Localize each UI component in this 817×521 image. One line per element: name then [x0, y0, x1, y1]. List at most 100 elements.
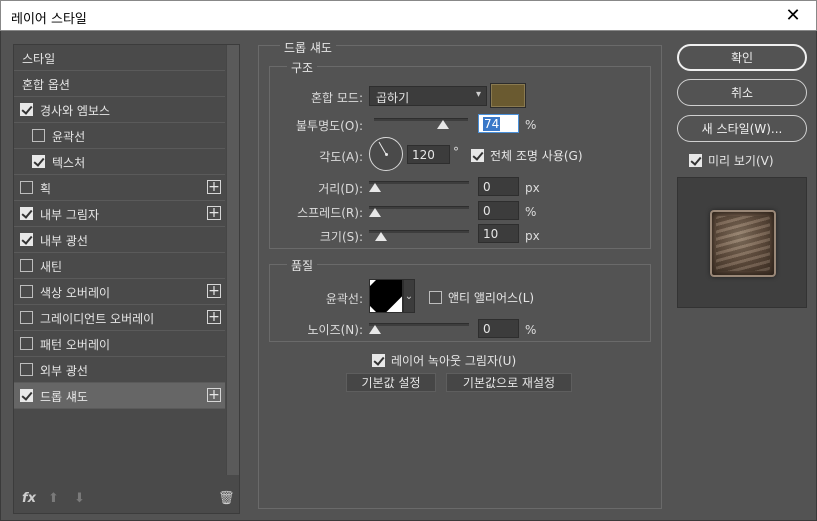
- style-item[interactable]: 패턴 오버레이: [14, 331, 225, 357]
- angle-input[interactable]: 120: [407, 145, 450, 164]
- spread-unit: %: [525, 205, 537, 219]
- reset-default-button[interactable]: 기본값으로 재설정: [446, 373, 572, 392]
- style-checkbox[interactable]: [32, 129, 45, 142]
- close-button[interactable]: ✕: [770, 1, 816, 30]
- spread-input[interactable]: 0: [478, 201, 519, 220]
- distance-label: 거리(D):: [318, 182, 363, 196]
- scrollbar[interactable]: [226, 45, 239, 475]
- style-preview: [677, 177, 807, 308]
- opacity-input[interactable]: 74: [478, 114, 519, 133]
- preview-checkbox[interactable]: 미리 보기(V): [689, 152, 774, 169]
- global-light-label: 전체 조명 사용(G): [490, 149, 583, 163]
- blend-mode-value: 곱하기: [376, 91, 410, 105]
- slider-track: [369, 181, 469, 184]
- style-item-label: 내부 그림자: [40, 208, 100, 222]
- contour-picker[interactable]: [369, 279, 403, 313]
- distance-input[interactable]: 0: [478, 177, 519, 196]
- structure-title: 구조: [287, 59, 318, 76]
- slider-track: [374, 118, 468, 121]
- knockout-checkbox[interactable]: 레이어 녹아웃 그림자(U): [372, 352, 516, 369]
- style-item[interactable]: 윤곽선: [14, 123, 225, 149]
- style-checkbox[interactable]: [20, 103, 33, 116]
- style-item-label: 내부 광선: [40, 234, 88, 248]
- style-item[interactable]: 내부 그림자 +: [14, 201, 225, 227]
- noise-label: 노이즈(N):: [307, 323, 363, 337]
- style-item[interactable]: 경사와 엠보스: [14, 97, 225, 123]
- move-down-icon[interactable]: ⬇: [74, 491, 85, 506]
- distance-unit: px: [525, 181, 540, 195]
- style-checkbox[interactable]: [20, 207, 33, 220]
- add-icon[interactable]: +: [207, 180, 221, 194]
- noise-slider[interactable]: [369, 318, 469, 338]
- distance-value: 0: [483, 180, 491, 194]
- style-item-label: 스타일: [22, 52, 56, 66]
- style-checkbox[interactable]: [20, 285, 33, 298]
- distance-slider[interactable]: [369, 176, 469, 196]
- slider-thumb[interactable]: [369, 183, 381, 192]
- style-checkbox[interactable]: [20, 389, 33, 402]
- quality-title: 품질: [287, 257, 318, 274]
- opacity-label: 불투명도(O):: [295, 119, 363, 133]
- chevron-down-icon: ▾: [475, 89, 481, 100]
- size-label: 크기(S):: [319, 230, 363, 244]
- style-item[interactable]: 스타일: [14, 45, 225, 71]
- global-light-checkbox[interactable]: 전체 조명 사용(G): [471, 147, 583, 164]
- make-default-button[interactable]: 기본값 설정: [346, 373, 436, 392]
- style-item[interactable]: 외부 광선: [14, 357, 225, 383]
- style-checkbox[interactable]: [20, 311, 33, 324]
- style-item[interactable]: 획 +: [14, 175, 225, 201]
- opacity-slider[interactable]: [374, 113, 468, 133]
- style-item[interactable]: 새틴: [14, 253, 225, 279]
- trash-icon[interactable]: 🗑: [218, 491, 235, 506]
- style-checkbox[interactable]: [20, 181, 33, 194]
- ok-button[interactable]: 확인: [677, 44, 807, 71]
- shadow-color-swatch[interactable]: [490, 83, 526, 108]
- angle-unit: °: [453, 145, 459, 159]
- title-bar: 레이어 스타일 ✕: [0, 0, 817, 31]
- chevron-down-icon[interactable]: ⌄: [403, 279, 415, 313]
- blend-mode-select[interactable]: 곱하기 ▾: [369, 86, 487, 106]
- style-item-label: 드롭 섀도: [40, 390, 88, 404]
- checkbox[interactable]: [372, 354, 385, 367]
- cancel-button[interactable]: 취소: [677, 79, 807, 106]
- slider-thumb[interactable]: [375, 232, 387, 241]
- angle-label: 각도(A):: [319, 150, 363, 164]
- slider-thumb[interactable]: [437, 120, 449, 129]
- size-slider[interactable]: [369, 225, 469, 245]
- angle-dial[interactable]: [369, 137, 403, 171]
- style-checkbox[interactable]: [20, 233, 33, 246]
- add-icon[interactable]: +: [207, 388, 221, 402]
- checkbox[interactable]: [689, 154, 702, 167]
- drop-shadow-title: 드롭 섀도: [280, 39, 336, 56]
- style-item[interactable]: 그레이디언트 오버레이 +: [14, 305, 225, 331]
- slider-track: [369, 323, 469, 326]
- slider-thumb[interactable]: [369, 208, 381, 217]
- fx-icon[interactable]: fx: [22, 491, 36, 506]
- spread-slider[interactable]: [369, 201, 469, 221]
- style-checkbox[interactable]: [20, 363, 33, 376]
- style-item-label: 텍스처: [52, 156, 86, 170]
- move-up-icon[interactable]: ⬆: [48, 491, 59, 506]
- noise-input[interactable]: 0: [478, 319, 519, 338]
- style-item[interactable]: 혼합 옵션: [14, 71, 225, 97]
- new-style-button[interactable]: 새 스타일(W)...: [677, 115, 807, 142]
- style-item[interactable]: 텍스처: [14, 149, 225, 175]
- antialias-checkbox[interactable]: 앤티 앨리어스(L): [429, 289, 534, 306]
- add-icon[interactable]: +: [207, 284, 221, 298]
- style-item[interactable]: 내부 광선: [14, 227, 225, 253]
- checkbox[interactable]: [471, 149, 484, 162]
- style-checkbox[interactable]: [20, 259, 33, 272]
- style-checkbox[interactable]: [20, 337, 33, 350]
- style-item-label: 윤곽선: [52, 130, 86, 144]
- style-item[interactable]: 색상 오버레이 +: [14, 279, 225, 305]
- size-input[interactable]: 10: [478, 224, 519, 243]
- style-item-label: 새틴: [40, 260, 63, 274]
- add-icon[interactable]: +: [207, 206, 221, 220]
- style-checkbox[interactable]: [32, 155, 45, 168]
- add-icon[interactable]: +: [207, 310, 221, 324]
- style-item[interactable]: 드롭 섀도 +: [14, 383, 225, 409]
- slider-thumb[interactable]: [369, 325, 381, 334]
- checkbox[interactable]: [429, 291, 442, 304]
- noise-unit: %: [525, 323, 537, 337]
- size-unit: px: [525, 229, 540, 243]
